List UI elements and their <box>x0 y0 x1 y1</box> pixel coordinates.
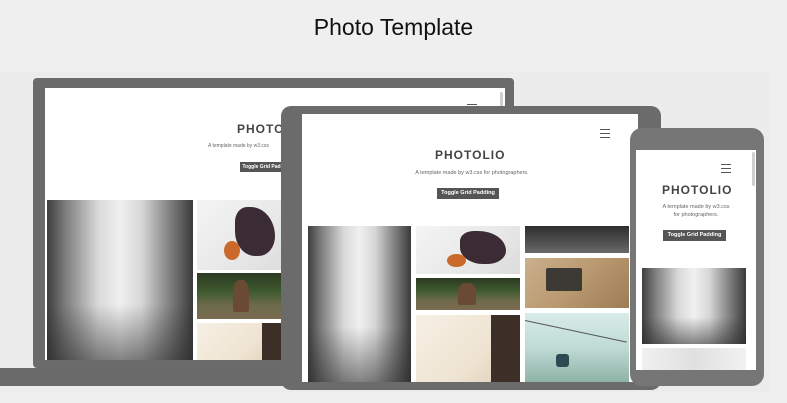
phone-photo-next <box>642 348 746 370</box>
hamburger-menu-icon[interactable] <box>721 164 731 173</box>
tablet-screen: PHOTOLIO A template made by w3.css for p… <box>302 114 638 382</box>
laptop-brand: PHOTO <box>237 122 285 136</box>
laptop-photo-hat <box>197 200 287 270</box>
phone-screen: PHOTOLIO A template made by w3.css for p… <box>636 150 756 370</box>
laptop-photo-forest <box>197 273 287 319</box>
tablet-photo-fog-valley <box>308 226 411 382</box>
phone-tagline-line1: A template made by w3.css <box>662 204 730 210</box>
tablet-photo-cable-car <box>525 313 629 382</box>
laptop-photo-fog-valley <box>47 200 193 360</box>
tablet-toggle-grid-button[interactable]: Toggle Grid Padding <box>437 188 499 199</box>
hamburger-menu-icon[interactable] <box>600 129 610 138</box>
tablet-photo-desk <box>525 258 629 308</box>
page-title: Photo Template <box>313 14 474 40</box>
phone-scrollbar[interactable] <box>752 152 755 186</box>
phone-photo-fog-valley <box>642 268 746 344</box>
phone-toggle-grid-button[interactable]: Toggle Grid Padding <box>663 230 726 241</box>
laptop-toggle-grid-button[interactable]: Toggle Grid Padd <box>240 162 286 172</box>
phone-tagline-line2: for photographers. <box>673 212 719 218</box>
tablet-photo-dark <box>525 226 629 253</box>
phone-brand: PHOTOLIO <box>662 183 733 197</box>
tablet-photo-forest <box>416 278 520 310</box>
tablet-photo-book <box>416 315 520 382</box>
tablet-brand: PHOTOLIO <box>435 148 506 162</box>
laptop-photo-book <box>197 323 287 360</box>
tablet-photo-hat <box>416 226 520 274</box>
tablet-tagline: A template made by w3.css for photograph… <box>415 170 529 176</box>
